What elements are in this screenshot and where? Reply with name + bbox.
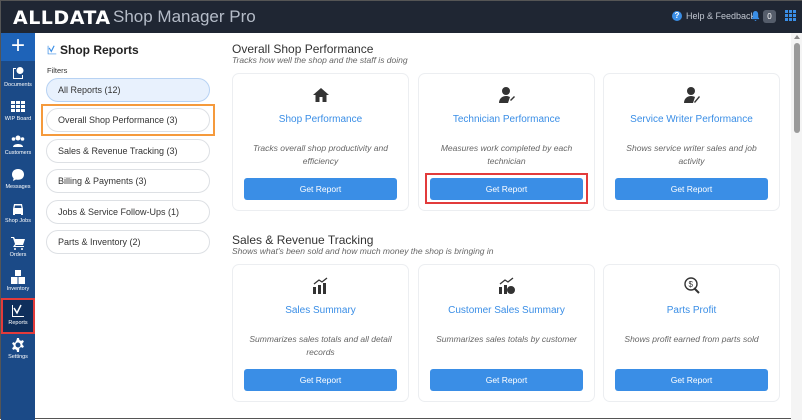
app-title: Shop Manager Pro — [113, 7, 256, 26]
sidebar-label: Settings — [8, 354, 28, 360]
sidebar: + Documents WIP Board Customers Messages… — [1, 33, 35, 420]
card-description: Shows profit earned from parts sold — [624, 334, 759, 344]
sidebar-label: Messages — [5, 184, 31, 190]
section-subtitle: Tracks how well the shop and the staff i… — [232, 55, 408, 65]
scroll-up-arrow-icon[interactable] — [794, 35, 800, 39]
filter-parts-inventory[interactable]: Parts & Inventory (2) — [46, 230, 210, 254]
sidebar-item-documents[interactable]: Documents — [1, 61, 35, 95]
sidebar-item-shop-jobs[interactable]: Shop Jobs — [1, 197, 35, 231]
report-card-parts-profit: $ Parts Profit Shows profit earned from … — [603, 264, 780, 402]
help-label: Help & Feedback — [686, 11, 756, 21]
sidebar-item-settings[interactable]: Settings — [1, 333, 35, 367]
add-button[interactable]: + — [1, 33, 35, 61]
reports-icon — [12, 304, 24, 317]
scrollbar-thumb[interactable] — [794, 43, 800, 133]
card-title: Technician Performance — [452, 114, 561, 125]
filters-label: Filters — [47, 66, 68, 75]
sidebar-item-customers[interactable]: Customers — [1, 129, 35, 163]
bar-chart-up-icon — [313, 277, 328, 294]
report-card-sales-summary: Sales Summary Summarizes sales totals an… — [232, 264, 409, 402]
card-description: Summarizes sales totals and all detail r… — [249, 334, 392, 357]
home-icon — [313, 88, 329, 102]
highlight-box-red — [425, 173, 588, 204]
filter-sales-revenue[interactable]: Sales & Revenue Tracking (3) — [46, 139, 210, 163]
inventory-icon — [11, 270, 25, 284]
svg-text:$: $ — [689, 280, 694, 289]
gear-icon — [12, 338, 24, 352]
apps-grid-icon[interactable] — [785, 10, 796, 21]
sidebar-label: Orders — [9, 252, 27, 258]
service-writer-icon — [684, 87, 700, 103]
sidebar-label: Inventory — [6, 286, 30, 292]
section-title: Overall Shop Performance — [232, 42, 374, 56]
get-report-button[interactable]: Get Report — [430, 369, 583, 391]
help-icon: ? — [672, 11, 682, 21]
sidebar-item-inventory[interactable]: Inventory — [1, 265, 35, 299]
top-bar: ALLDATA Shop Manager Pro ? Help & Feedbac… — [1, 1, 802, 33]
sidebar-item-messages[interactable]: Messages — [1, 163, 35, 197]
card-description: Summarizes sales totals by customer — [436, 334, 577, 344]
card-description: Tracks overall shop productivity and eff… — [253, 143, 388, 166]
report-card-service-writer-performance: Service Writer Performance Shows service… — [603, 73, 780, 211]
sidebar-label: Reports — [8, 320, 28, 326]
wip-board-icon — [11, 101, 25, 112]
reports-icon — [47, 45, 57, 55]
documents-icon — [13, 67, 24, 79]
customer-chart-icon — [499, 277, 515, 294]
card-description: Measures work completed by each technici… — [440, 143, 573, 166]
alldata-logo: ALLDATA — [13, 7, 111, 29]
main-content: Overall Shop Performance Tracks how well… — [221, 33, 791, 420]
cart-icon — [11, 237, 25, 250]
card-title: Customer Sales Summary — [448, 305, 565, 316]
get-report-button[interactable]: Get Report — [244, 178, 397, 200]
sidebar-label: Customers — [4, 150, 32, 156]
sidebar-label: Documents — [4, 82, 32, 88]
bell-icon[interactable] — [751, 11, 760, 21]
card-title: Sales Summary — [285, 305, 356, 316]
shop-reports-title: Shop Reports — [47, 43, 139, 57]
sidebar-item-reports[interactable]: Reports — [1, 298, 35, 334]
section-subtitle: Shows what's been sold and how much mone… — [232, 246, 494, 256]
sidebar-item-wip-board[interactable]: WIP Board — [1, 95, 35, 129]
sidebar-label: Shop Jobs — [5, 218, 31, 224]
sidebar-item-orders[interactable]: Orders — [1, 231, 35, 265]
scrollbar[interactable] — [791, 33, 802, 420]
section-title: Sales & Revenue Tracking — [232, 233, 374, 247]
card-title: Shop Performance — [278, 114, 363, 125]
card-title: Parts Profit — [666, 305, 717, 316]
title-text: Shop Reports — [60, 43, 139, 57]
notification-count[interactable]: 0 — [763, 10, 776, 23]
highlight-box-orange — [41, 104, 215, 136]
parts-profit-icon: $ — [684, 277, 700, 294]
help-feedback-link[interactable]: ? Help & Feedback — [672, 11, 755, 21]
customers-icon — [11, 135, 25, 147]
technician-icon — [499, 87, 515, 103]
report-card-shop-performance: Shop Performance Tracks overall shop pro… — [232, 73, 409, 211]
sidebar-label: WIP Board — [4, 116, 32, 122]
filter-billing-payments[interactable]: Billing & Payments (3) — [46, 169, 210, 193]
messages-icon — [12, 169, 24, 181]
report-card-customer-sales-summary: Customer Sales Summary Summarizes sales … — [418, 264, 595, 402]
get-report-button[interactable]: Get Report — [615, 369, 768, 391]
get-report-button[interactable]: Get Report — [244, 369, 397, 391]
card-description: Shows service writer sales and job activ… — [626, 143, 757, 166]
filter-all-reports[interactable]: All Reports (12) — [46, 78, 210, 102]
filters-panel: Shop Reports Filters All Reports (12) Ov… — [35, 33, 221, 420]
card-title: Service Writer Performance — [630, 114, 753, 125]
car-icon — [13, 204, 23, 215]
filter-jobs-service[interactable]: Jobs & Service Follow-Ups (1) — [46, 200, 210, 224]
get-report-button[interactable]: Get Report — [615, 178, 768, 200]
